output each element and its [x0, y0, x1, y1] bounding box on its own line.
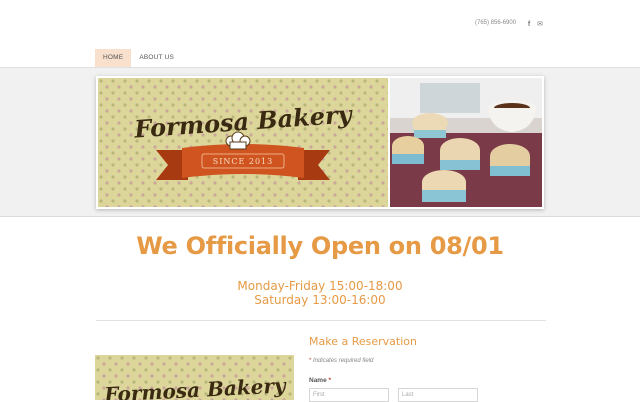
page-headline: We Officially Open on 08/01 [136, 232, 504, 260]
nav-about-us[interactable]: ABOUT US [131, 49, 182, 67]
main-nav: HOME ABOUT US [95, 49, 182, 67]
cupcake-image [390, 78, 542, 207]
logo-thumbnail-image: Formosa Bakery [95, 355, 294, 400]
phone-number[interactable]: (765) 856-6900 [475, 20, 516, 26]
required-asterisk: * [309, 358, 312, 364]
cupcake-4 [490, 144, 530, 176]
section-divider [96, 320, 546, 321]
name-label: Name * [309, 377, 331, 384]
bakery-logo: SINCE 2013 Formosa Bakery [98, 78, 388, 207]
logo-thumbnail: Formosa Bakery [95, 355, 294, 400]
hours-weekdays: Monday-Friday 15:00-18:00 [237, 279, 403, 293]
required-note: * Indicates required field [309, 358, 373, 364]
name-label-text: Name [309, 377, 327, 384]
hero-banner: SINCE 2013 Formosa Bakery [96, 76, 544, 209]
facebook-icon[interactable]: f [524, 20, 534, 30]
cupcake-3 [440, 138, 480, 170]
ribbon-text: SINCE 2013 [213, 157, 274, 166]
reservation-title: Make a Reservation [309, 335, 417, 348]
hours-saturday: Saturday 13:00-16:00 [254, 293, 386, 307]
cupcake-1 [412, 113, 448, 138]
cupcake-5 [422, 170, 466, 202]
bakery-logo-panel: SINCE 2013 Formosa Bakery [98, 78, 388, 207]
nav-home[interactable]: HOME [95, 49, 132, 67]
cupcake-photo [390, 78, 542, 207]
required-note-text: Indicates required field [313, 358, 374, 364]
cupcake-2 [392, 136, 424, 164]
top-bar: (765) 856-6900 f ✉ [0, 0, 640, 48]
name-required-asterisk: * [328, 377, 332, 384]
email-icon[interactable]: ✉ [535, 20, 545, 30]
